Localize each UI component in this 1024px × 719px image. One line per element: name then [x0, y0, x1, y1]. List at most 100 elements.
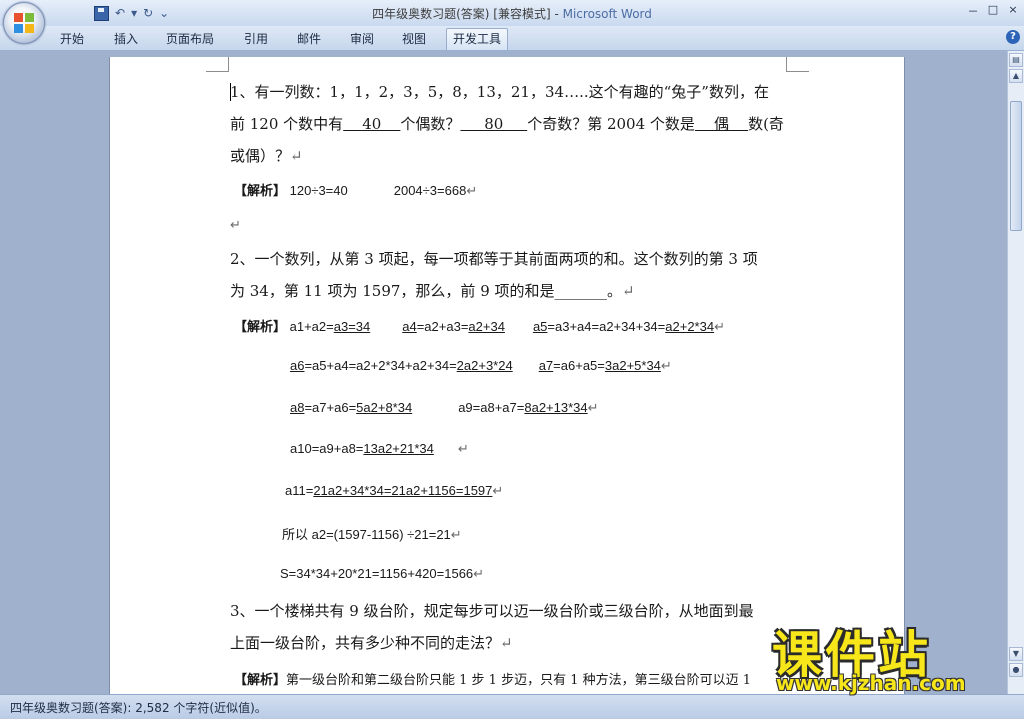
solution-label: 【解析】	[234, 672, 287, 687]
paragraph-mark: ↵	[492, 483, 504, 498]
paragraph-mark: ↵	[290, 147, 303, 165]
scroll-up-arrow-icon[interactable]: ▲	[1009, 69, 1023, 83]
question-1-line-3: 或偶）？↵	[230, 145, 303, 166]
restore-button[interactable]: □	[986, 3, 1000, 19]
paragraph-mark: ↵	[230, 217, 241, 232]
solution-text: 所以 a2=(1597-1156) ÷21=21	[282, 527, 451, 542]
solution-text: a6	[290, 358, 305, 373]
document-page[interactable]: 1、有一列数：1，1，2，3，5，8，13，21，34…..这个有趣的“兔子”数…	[110, 57, 904, 694]
question-1-line-2: 前 120 个数中有 40 个偶数？ 80 个奇数？第 2004 个数是 偶 数…	[230, 113, 784, 134]
app-name: Microsoft Word	[562, 7, 652, 21]
q2-answer-blank: _______	[554, 282, 608, 300]
solution-label: 【解析】	[234, 319, 287, 334]
paragraph-mark: ↵	[450, 527, 462, 542]
scrollbar-thumb[interactable]	[1010, 101, 1022, 231]
question-3-line-1: 3、一个楼梯共有 9 级台阶，规定每步可以迈一级台阶或三级台阶，从地面到最	[230, 602, 754, 620]
status-word-count[interactable]: 四年级奥数习题(答案): 2,582 个字符(近似值)。	[10, 699, 267, 716]
q2-solution-line-6: 所以 a2=(1597-1156) ÷21=21↵	[282, 524, 462, 543]
paragraph-mark: ↵	[587, 400, 599, 415]
site-watermark-logo: 课件站 www.kjzhan.com	[772, 615, 1004, 695]
q2-solution-line-4: a10=a9+a8=13a2+21*34 ↵	[290, 441, 469, 457]
q1-answer-even: 40	[343, 115, 401, 133]
solution-text: a7	[538, 358, 554, 373]
solution-text: =a7+a6=	[304, 400, 357, 415]
tab-mailings[interactable]: 邮件	[291, 30, 327, 48]
tab-home[interactable]: 开始	[54, 30, 90, 48]
tab-page-layout[interactable]: 页面布局	[160, 30, 220, 48]
paragraph-mark: ↵	[714, 319, 725, 334]
q2-solution-line-5: a11=21a2+34*34=21a2+1156=1597↵	[285, 483, 503, 499]
solution-text: =a5+a4=a2+2*34+a2+34=	[304, 358, 457, 373]
solution-text: a2+2*34	[665, 319, 715, 334]
paragraph-mark: ↵	[457, 441, 469, 456]
solution-text: a5	[532, 319, 548, 334]
ribbon-tab-bar: 开始 插入 页面布局 引用 邮件 审阅 视图 开发工具	[0, 26, 1024, 51]
solution-text: =a3+a4=a2+34+34=	[547, 319, 666, 334]
office-button[interactable]	[3, 2, 45, 44]
solution-text: 2a2+3*24	[456, 358, 513, 373]
q2-solution-line-7: S=34*34+20*21=1156+420=1566↵	[280, 566, 484, 582]
solution-text: 8a2+13*34	[524, 400, 588, 415]
status-bar: 四年级奥数习题(答案): 2,582 个字符(近似值)。	[0, 694, 1024, 719]
paragraph-mark: ↵	[473, 566, 485, 581]
paragraph-mark: ↵	[660, 358, 672, 373]
solution-text: 3a2+5*34	[604, 358, 661, 373]
q1-answer-odd: 80	[460, 115, 528, 133]
q1-answer-parity: 偶	[694, 115, 749, 133]
solution-text: 13a2+21*34	[363, 441, 434, 456]
q2-solution-line-1: 【解析】 a1+a2=a3=34 a4=a2+a3=a2+34 a5=a3+a4=a…	[234, 316, 725, 335]
solution-text: a11=	[285, 483, 314, 498]
solution-text: 第一级台阶和第二级台阶只能 1 步 1 步迈，只有 1 种方法，第三级台阶可以迈…	[286, 673, 752, 688]
tab-references[interactable]: 引用	[238, 30, 274, 48]
solution-text: 120÷3=40	[286, 183, 348, 198]
q1-text: 前 120 个数中有	[230, 115, 344, 133]
solution-text: a1+a2=	[286, 319, 334, 334]
title-bar: ↶ ▾ ↻ ⌄ 四年级奥数习题(答案) [兼容模式] - Microsoft W…	[0, 0, 1024, 26]
ruler-toggle-icon[interactable]: ▤	[1009, 53, 1023, 67]
q1-text: 个偶数？	[400, 115, 461, 133]
q2-text: 。	[607, 282, 623, 300]
paragraph-mark: ↵	[466, 183, 478, 198]
solution-text: a4	[402, 319, 417, 334]
solution-text: a8	[290, 400, 305, 415]
paragraph-mark: ↵	[500, 634, 513, 652]
watermark-url: www.kjzhan.com	[776, 671, 966, 695]
vertical-scrollbar[interactable]: ▤ ▲ ▼ ●	[1007, 51, 1024, 694]
q1-text: 数(奇	[748, 115, 784, 133]
tab-insert[interactable]: 插入	[108, 30, 144, 48]
solution-text: a3=34	[333, 319, 371, 334]
solution-text: 21a2+34*34=21a2+1156=1597	[313, 483, 493, 498]
close-button[interactable]: ×	[1006, 3, 1020, 19]
margin-corner-mark	[206, 57, 229, 72]
scroll-down-arrow-icon[interactable]: ▼	[1009, 647, 1023, 661]
question-1-line-1: 1、有一列数：1，1，2，3，5，8，13，21，34…..这个有趣的“兔子”数…	[230, 83, 769, 101]
minimize-button[interactable]: －	[966, 3, 980, 19]
document-title: 四年级奥数习题(答案) [兼容模式] -	[372, 7, 563, 21]
tab-view[interactable]: 视图	[396, 30, 432, 48]
solution-text: S=34*34+20*21=1156+420=1566	[280, 566, 474, 581]
question-2-line-1: 2、一个数列，从第 3 项起，每一项都等于其前面两项的和。这个数列的第 3 项	[230, 250, 758, 268]
q2-solution-line-3: a8=a7+a6=5a2+8*34 a9=a8+a7=8a2+13*34↵	[290, 400, 599, 416]
solution-text: =a6+a5=	[553, 358, 605, 373]
question-3-line-2: 上面一级台阶，共有多少种不同的走法？↵	[230, 632, 513, 653]
q1-text: 或偶）？	[230, 147, 291, 165]
solution-text: a10=a9+a8=	[290, 441, 364, 456]
window-title: 四年级奥数习题(答案) [兼容模式] - Microsoft Word	[0, 5, 1024, 22]
browse-object-icon[interactable]: ●	[1009, 663, 1023, 677]
document-workspace: 1、有一列数：1，1，2，3，5，8，13，21，34…..这个有趣的“兔子”数…	[0, 51, 1008, 694]
q3-text: 上面一级台阶，共有多少种不同的走法？	[230, 634, 501, 652]
q1-text: 个奇数？第 2004 个数是	[527, 115, 695, 133]
paragraph-mark: ↵	[622, 282, 635, 300]
solution-text: a9=a8+a7=	[458, 400, 525, 415]
tab-review[interactable]: 审阅	[344, 30, 380, 48]
solution-text: 5a2+8*34	[356, 400, 413, 415]
solution-text: 2004÷3=668	[393, 183, 467, 198]
question-2-line-2: 为 34，第 11 项为 1597，那么，前 9 项的和是_______。↵	[230, 280, 635, 301]
q2-solution-line-2: a6=a5+a4=a2+2*34+a2+34=2a2+3*24 a7=a6+a5=…	[290, 358, 672, 374]
solution-text: =a2+a3=	[416, 319, 469, 334]
q2-text: 为 34，第 11 项为 1597，那么，前 9 项的和是	[230, 282, 555, 300]
window-controls: － □ ×	[966, 3, 1020, 19]
tab-developer[interactable]: 开发工具	[446, 28, 509, 50]
help-icon[interactable]: ?	[1006, 30, 1020, 44]
margin-corner-mark	[786, 57, 809, 72]
